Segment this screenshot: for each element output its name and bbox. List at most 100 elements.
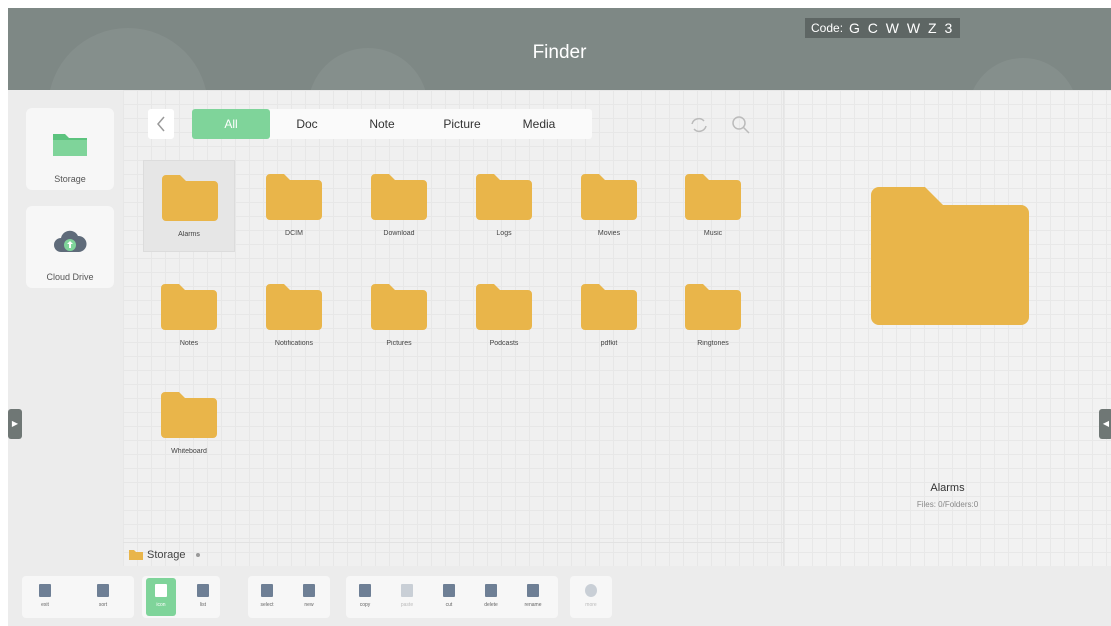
chevron-left-icon (157, 116, 165, 132)
folder-item-pdfkit[interactable]: pdfkit (563, 270, 655, 362)
folder-name: Movies (597, 230, 621, 237)
folder-item-podcasts[interactable]: Podcasts (458, 270, 550, 362)
folder-item-pictures[interactable]: Pictures (353, 270, 445, 362)
folder-name: Notifications (274, 340, 314, 347)
sort-icon (97, 584, 109, 597)
folder-item-music[interactable]: Music (667, 160, 759, 252)
folder-name: Music (703, 230, 723, 237)
folder-icon (476, 284, 532, 330)
exit-button[interactable]: exit (30, 578, 60, 616)
sidebar-item-label: Storage (54, 174, 86, 184)
code-box: Code: G C W W Z 3 (805, 18, 961, 38)
exit-icon (39, 584, 51, 597)
code-value: G C W W Z 3 (849, 20, 955, 36)
folder-icon (371, 284, 427, 330)
folder-icon (266, 174, 322, 220)
folder-name: Podcasts (489, 340, 519, 347)
folder-icon (162, 175, 218, 221)
list-view-icon (197, 584, 209, 597)
copy-button[interactable]: copy (350, 578, 380, 616)
delete-button[interactable]: delete (476, 578, 506, 616)
paste-icon (401, 584, 413, 597)
detail-folder-info: Files: 0/Folders:0 (916, 500, 979, 509)
sidebar-item-cloud-drive[interactable]: Cloud Drive (26, 206, 114, 288)
source-sidebar: Storage Cloud Drive (8, 90, 123, 566)
left-edge-handle[interactable]: ▶ (8, 409, 22, 439)
tab-doc[interactable]: Doc (270, 109, 344, 139)
tab-note[interactable]: Note (344, 109, 420, 139)
folder-icon (53, 134, 87, 156)
grid-view-icon (155, 584, 167, 597)
title-bar: Finder Code: G C W W Z 3 (8, 8, 1111, 90)
folder-preview-icon (871, 187, 1029, 325)
more-button[interactable]: more (576, 578, 606, 616)
folder-icon (581, 284, 637, 330)
list-view-button[interactable]: list (188, 578, 218, 616)
more-icon (585, 584, 597, 597)
refresh-icon (691, 117, 707, 133)
new-folder-icon (303, 584, 315, 597)
folder-item-ringtones[interactable]: Ringtones (667, 270, 759, 362)
folder-icon (685, 174, 741, 220)
right-edge-handle[interactable]: ◀ (1099, 409, 1111, 439)
folder-item-logs[interactable]: Logs (458, 160, 550, 252)
tab-all[interactable]: All (192, 109, 270, 139)
breadcrumb-storage[interactable]: Storage (147, 549, 186, 561)
copy-icon (359, 584, 371, 597)
detail-panel: Alarms Files: 0/Folders:0 (783, 90, 1111, 566)
folder-item-notes[interactable]: Notes (143, 270, 235, 362)
tab-picture[interactable]: Picture (420, 109, 504, 139)
back-button[interactable] (148, 109, 174, 139)
breadcrumb: Storage (123, 542, 783, 566)
folder-item-movies[interactable]: Movies (563, 160, 655, 252)
folder-name: Logs (496, 230, 512, 237)
folder-item-alarms[interactable]: Alarms (143, 160, 235, 252)
rename-button[interactable]: rename (518, 578, 548, 616)
delete-icon (485, 584, 497, 597)
folder-name: DCIM (285, 230, 303, 237)
detail-folder-name: Alarms (930, 482, 965, 494)
folder-icon (129, 550, 143, 560)
new-folder-button[interactable]: new (294, 578, 324, 616)
sidebar-item-storage[interactable]: Storage (26, 108, 114, 190)
icon-view-button[interactable]: icon (146, 578, 176, 616)
tab-media[interactable]: Media (504, 109, 574, 139)
folder-icon (161, 392, 217, 438)
paste-button[interactable]: paste (392, 578, 422, 616)
folder-icon (476, 174, 532, 220)
search-icon (732, 116, 750, 134)
cut-icon (443, 584, 455, 597)
select-button[interactable]: select (252, 578, 282, 616)
folder-item-dcim[interactable]: DCIM (248, 160, 340, 252)
refresh-button[interactable] (686, 112, 712, 138)
breadcrumb-separator (195, 552, 200, 557)
folder-name: Ringtones (697, 340, 729, 347)
chevron-right-icon: ▶ (11, 419, 19, 428)
folder-name: Notes (179, 340, 199, 347)
folder-name: Whiteboard (171, 448, 207, 455)
search-button[interactable] (728, 112, 754, 138)
folder-item-notifications[interactable]: Notifications (248, 270, 340, 362)
folder-icon (266, 284, 322, 330)
code-label: Code: (811, 21, 844, 35)
folder-name: pdfkit (600, 340, 618, 347)
chevron-left-icon: ◀ (1102, 419, 1110, 428)
select-icon (261, 584, 273, 597)
file-browser: All Doc Note Picture Media Alarms DCIM D… (123, 90, 783, 566)
folder-name: Pictures (386, 340, 412, 347)
filter-tabs: All Doc Note Picture Media (192, 109, 592, 139)
folder-item-download[interactable]: Download (353, 160, 445, 252)
sort-button[interactable]: sort (88, 578, 118, 616)
folder-icon (371, 174, 427, 220)
sidebar-item-label: Cloud Drive (46, 272, 94, 282)
rename-icon (527, 584, 539, 597)
folder-icon (161, 284, 217, 330)
cut-button[interactable]: cut (434, 578, 464, 616)
bottom-toolbar: exit sort icon list select new copy past… (8, 566, 1111, 626)
window-title: Finder (532, 42, 587, 63)
folder-item-whiteboard[interactable]: Whiteboard (143, 378, 235, 470)
folder-name: Download (383, 230, 415, 237)
cloud-upload-icon (54, 230, 87, 252)
folder-icon (685, 284, 741, 330)
folder-icon (581, 174, 637, 220)
